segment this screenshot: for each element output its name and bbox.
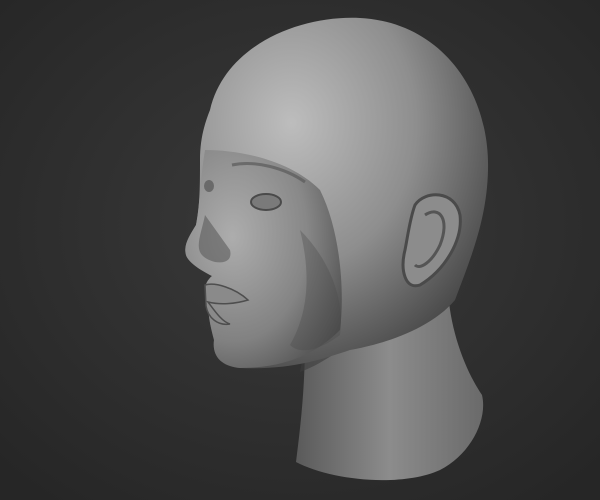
head-sculpt-render bbox=[0, 0, 600, 500]
eye bbox=[250, 193, 282, 211]
eye-far bbox=[204, 180, 214, 192]
